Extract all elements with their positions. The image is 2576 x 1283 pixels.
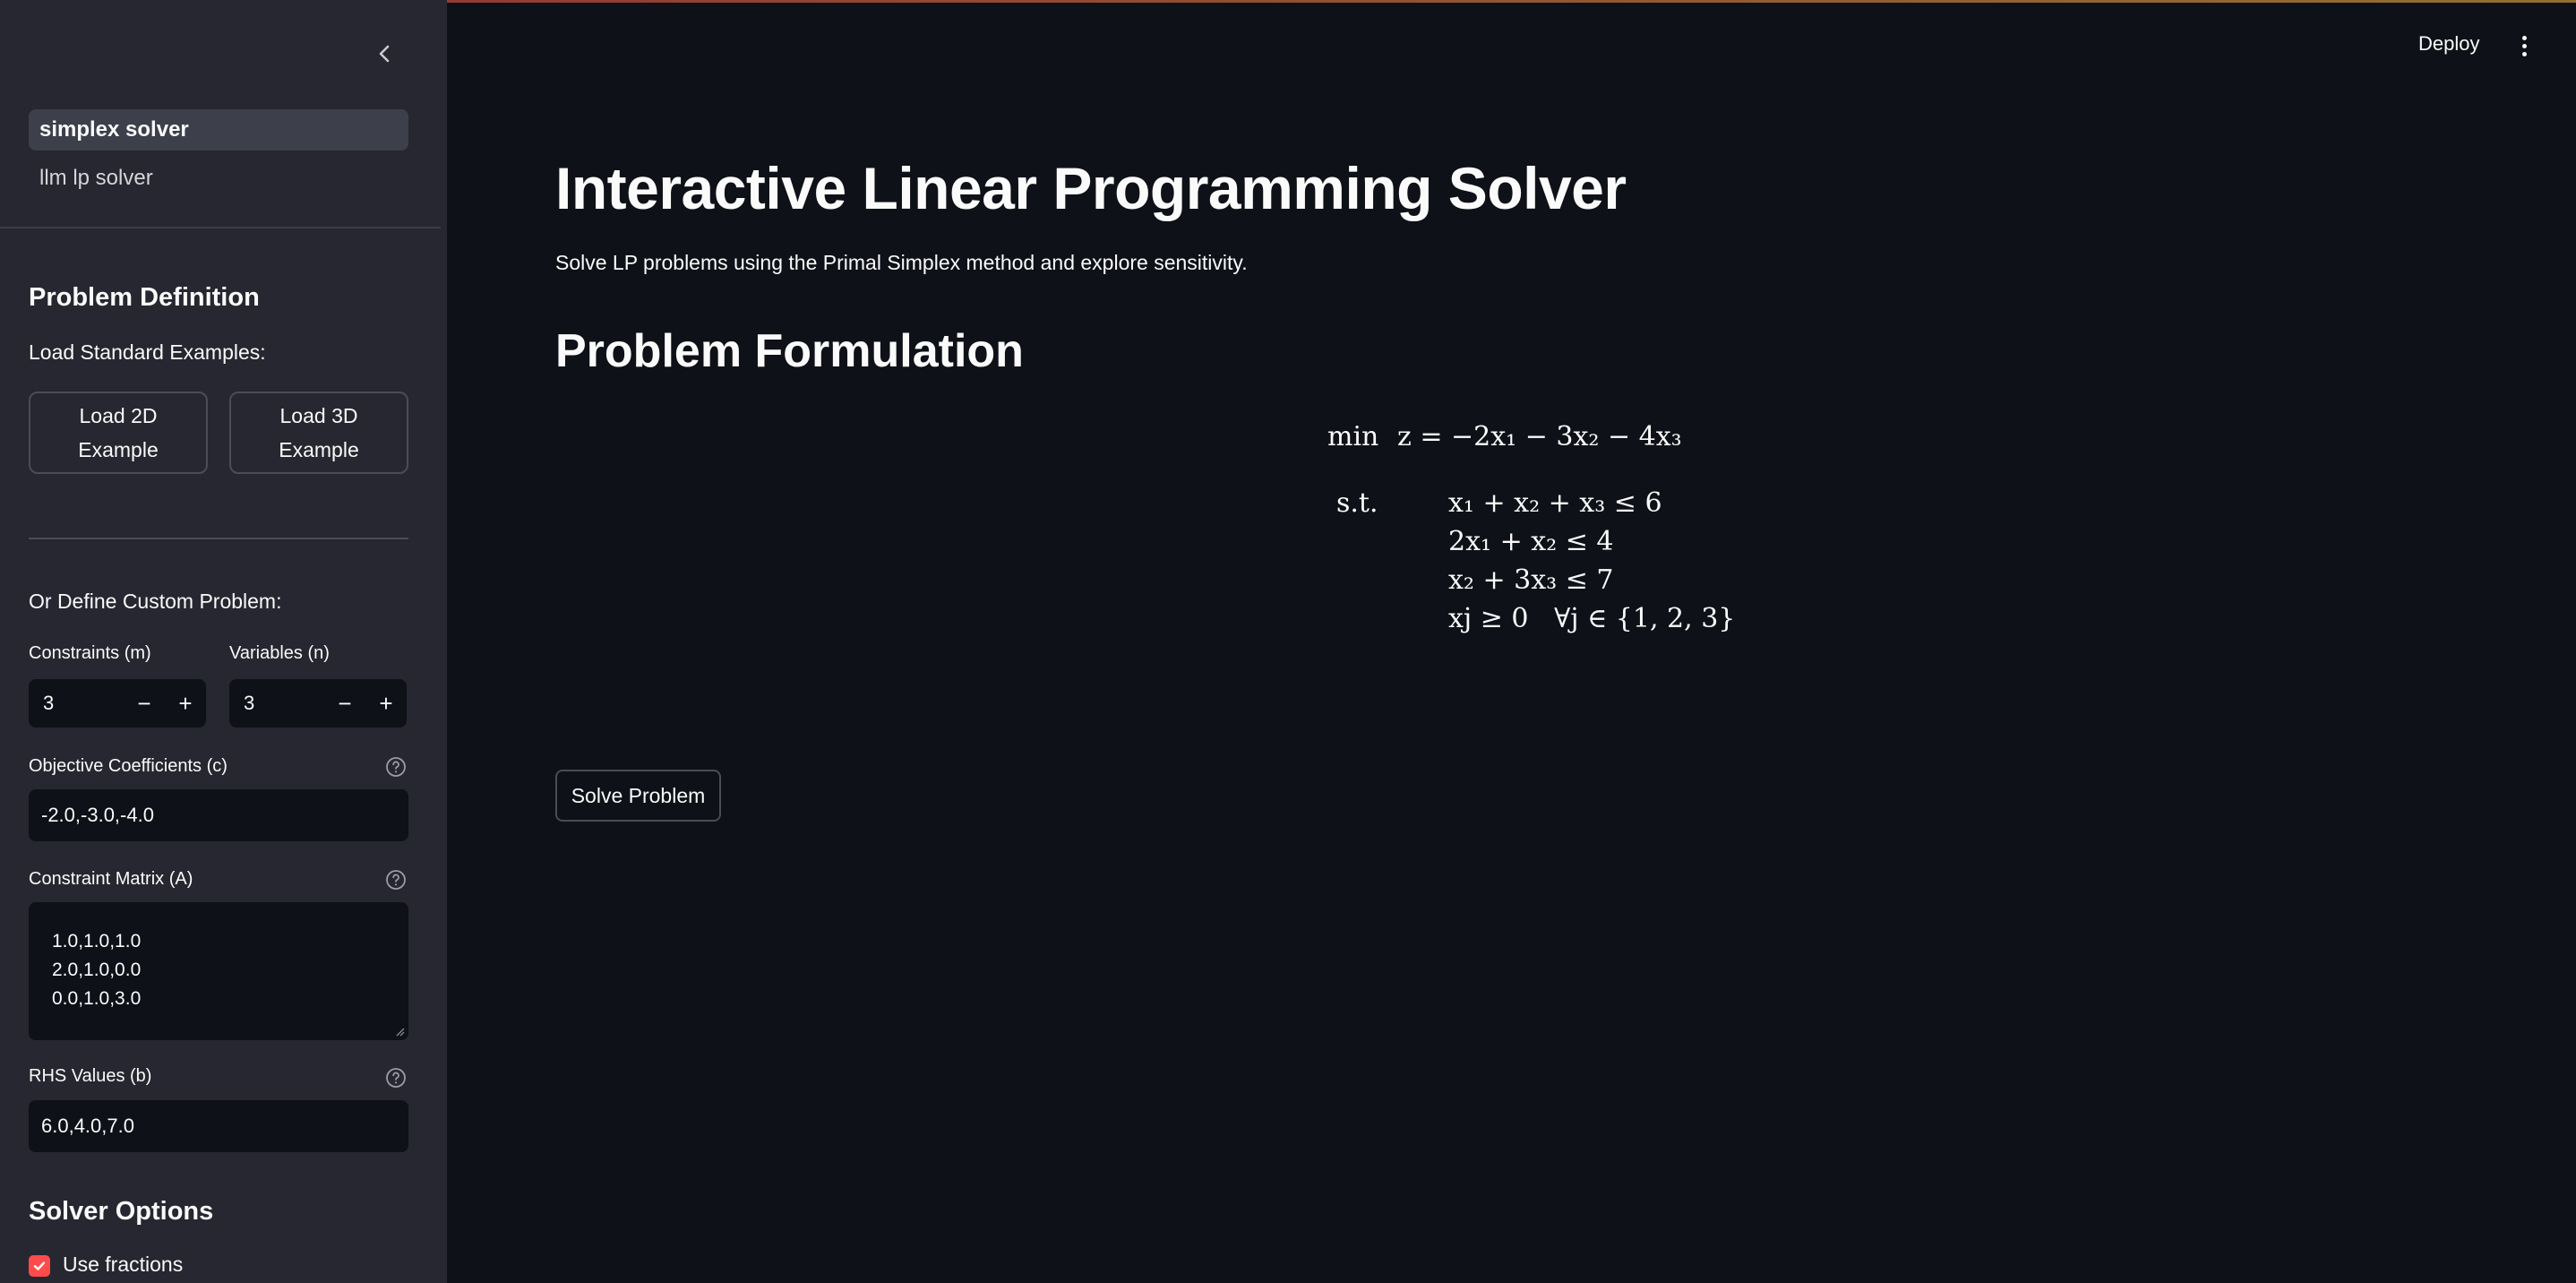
constraints-value[interactable]: 3 (29, 692, 124, 715)
constraint-2: 2x₁ + x₂ ≤ 4 (1448, 526, 1614, 557)
rhs-values-input[interactable]: 6.0,4.0,7.0 (29, 1100, 408, 1152)
objective-sense: min (1327, 421, 1379, 452)
solver-options-heading: Solver Options (29, 1197, 214, 1226)
nav-item-simplex-solver[interactable]: simplex solver (29, 109, 408, 151)
objective-coefficients-label: Objective Coefficients (c) (29, 756, 228, 776)
variables-label: Variables (n) (229, 643, 330, 663)
objective-function: z = −2x₁ − 3x₂ − 4x₃ (1397, 421, 1682, 452)
matrix-row: 0.0,1.0,3.0 (52, 988, 142, 1009)
sidebar: simplex solver llm lp solver Problem Def… (0, 0, 447, 1283)
load-3d-example-button[interactable]: Load 3D Example (229, 392, 408, 474)
nonnegativity-constraint: xj ≥ 0 ∀j ∈ {1, 2, 3} (1448, 603, 1736, 634)
page-title: Interactive Linear Programming Solver (555, 155, 1627, 221)
collapse-sidebar-button[interactable] (369, 38, 401, 70)
chevron-left-icon (379, 45, 390, 63)
matrix-row: 2.0,1.0,0.0 (52, 960, 142, 980)
objective-coefficients-input[interactable]: -2.0,-3.0,-4.0 (29, 789, 408, 841)
constraints-label: Constraints (m) (29, 643, 151, 663)
variables-number-input[interactable]: 3 − + (229, 679, 407, 728)
resize-handle-icon[interactable] (394, 1026, 405, 1037)
sidebar-divider (0, 227, 441, 228)
rhs-values-label: RHS Values (b) (29, 1066, 152, 1086)
solve-problem-button[interactable]: Solve Problem (555, 770, 721, 822)
checkmark-icon (33, 1261, 46, 1270)
variables-value[interactable]: 3 (229, 692, 324, 715)
deploy-button[interactable]: Deploy (2418, 32, 2479, 56)
problem-formulation-heading: Problem Formulation (555, 325, 1024, 377)
constraints-number-input[interactable]: 3 − + (29, 679, 206, 728)
page-navigation: simplex solver llm lp solver (29, 109, 408, 206)
custom-problem-label: Or Define Custom Problem: (29, 590, 282, 613)
help-circle-icon[interactable] (385, 869, 407, 891)
page-subtitle: Solve LP problems using the Primal Simpl… (555, 251, 1248, 274)
help-circle-icon[interactable] (385, 756, 407, 778)
constraints-increment-button[interactable]: + (165, 679, 206, 728)
nav-item-llm-lp-solver[interactable]: llm lp solver (29, 158, 408, 199)
load-2d-example-button[interactable]: Load 2D Example (29, 392, 208, 474)
main-menu-kebab-icon[interactable] (2513, 30, 2535, 61)
load-examples-label: Load Standard Examples: (29, 340, 266, 364)
constraint-1: x₁ + x₂ + x₃ ≤ 6 (1448, 487, 1662, 519)
use-fractions-label[interactable]: Use fractions (63, 1253, 183, 1277)
variables-decrement-button[interactable]: − (324, 679, 365, 728)
help-circle-icon[interactable] (385, 1067, 407, 1089)
constraint-matrix-textarea[interactable]: 1.0,1.0,1.0 2.0,1.0,0.0 0.0,1.0,3.0 (29, 902, 408, 1040)
use-fractions-checkbox[interactable] (29, 1255, 50, 1277)
sidebar-section-divider (29, 538, 408, 539)
variables-increment-button[interactable]: + (365, 679, 407, 728)
constraint-matrix-label: Constraint Matrix (A) (29, 869, 193, 889)
matrix-row: 1.0,1.0,1.0 (52, 931, 142, 951)
constraints-decrement-button[interactable]: − (124, 679, 165, 728)
problem-definition-heading: Problem Definition (29, 283, 260, 312)
subject-to-label: s.t. (1336, 487, 1378, 519)
constraint-3: x₂ + 3x₃ ≤ 7 (1448, 564, 1614, 596)
